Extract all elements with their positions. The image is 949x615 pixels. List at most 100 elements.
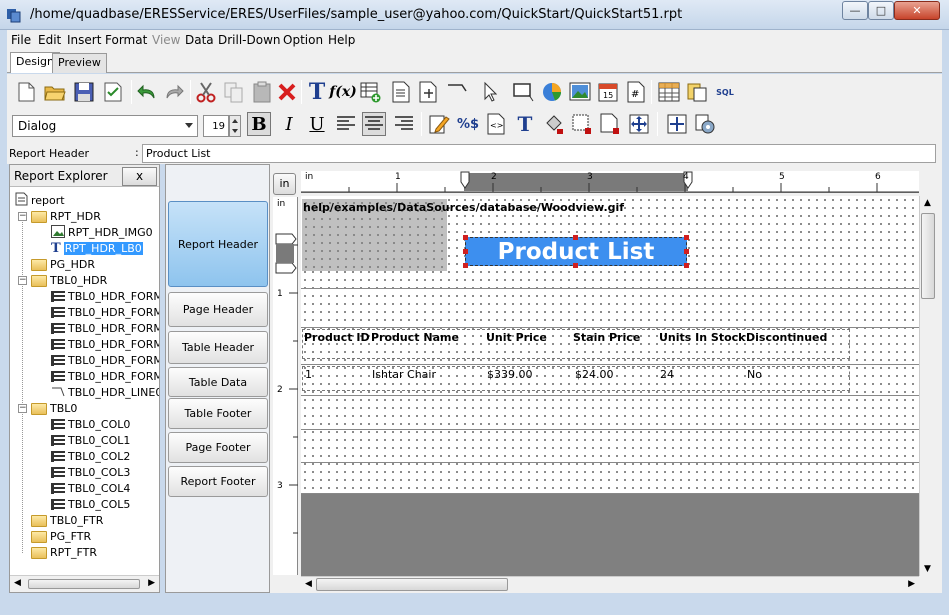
- move-icon[interactable]: [665, 112, 689, 136]
- tree-node[interactable]: PG_HDR: [31, 257, 95, 272]
- settings-gear-icon[interactable]: [693, 112, 717, 136]
- tree-node[interactable]: TBL0_HDR_FORM3: [51, 337, 159, 352]
- bold-icon[interactable]: B: [247, 112, 271, 136]
- insert-table-icon[interactable]: [359, 80, 383, 104]
- html-tag-icon[interactable]: <>: [484, 112, 508, 136]
- resize-handle[interactable]: [463, 235, 468, 240]
- redo-icon[interactable]: [162, 80, 186, 104]
- cut-icon[interactable]: [194, 80, 218, 104]
- resize-handle[interactable]: [684, 263, 689, 268]
- resize-handle[interactable]: [463, 249, 468, 254]
- resize-handle[interactable]: [684, 235, 689, 240]
- section-report-header-button[interactable]: Report Header: [168, 201, 268, 287]
- copy-icon[interactable]: [222, 80, 246, 104]
- insert-date-icon[interactable]: 15: [596, 80, 620, 104]
- menu-help[interactable]: Help: [328, 33, 355, 47]
- font-size-stepper[interactable]: [229, 115, 241, 137]
- section-page-footer-button[interactable]: Page Footer: [168, 432, 268, 463]
- canvas-vscroll-thumb[interactable]: [921, 213, 935, 299]
- section-table-footer-button[interactable]: Table Footer: [168, 398, 268, 429]
- paste-icon[interactable]: [250, 80, 274, 104]
- align-left-icon[interactable]: [334, 112, 358, 136]
- tree-node[interactable]: TBL0_HDR_LINE0: [51, 385, 159, 400]
- column-header[interactable]: Stain Price: [573, 331, 640, 344]
- property-value-field[interactable]: Product List: [142, 144, 936, 163]
- tree-node[interactable]: TBL0_COL4: [51, 481, 130, 496]
- scroll-up-icon[interactable]: ▲: [924, 198, 931, 208]
- maximize-button[interactable]: □: [868, 1, 894, 20]
- border-color-icon[interactable]: [570, 112, 594, 136]
- table-cell[interactable]: Ishtar Chair: [372, 368, 436, 381]
- scroll-left-icon[interactable]: ◀: [14, 578, 21, 588]
- scroll-right-icon[interactable]: ▶: [908, 579, 915, 589]
- explorer-scroll-thumb[interactable]: [28, 579, 140, 589]
- align-center-icon[interactable]: [362, 112, 386, 136]
- tree-node[interactable]: TBL0_HDR_FORM1: [51, 305, 159, 320]
- data-grid-icon[interactable]: [657, 80, 681, 104]
- insert-image-icon[interactable]: [568, 80, 592, 104]
- tree-node[interactable]: TBL0_HDR_FORM5: [51, 369, 159, 384]
- tree-collapse-toggle[interactable]: −: [18, 276, 27, 285]
- table-cell[interactable]: 1: [305, 368, 312, 381]
- tree-node[interactable]: TBL0_COL5: [51, 497, 130, 512]
- tree-collapse-toggle[interactable]: −: [18, 212, 27, 221]
- tree-node[interactable]: report: [15, 192, 65, 208]
- align-right-icon[interactable]: [392, 112, 416, 136]
- tree-node[interactable]: TBL0_HDR_FORM4: [51, 353, 159, 368]
- database-icon[interactable]: [685, 80, 709, 104]
- table-cell[interactable]: No: [747, 368, 762, 381]
- edit-text-icon[interactable]: [427, 112, 451, 136]
- delete-icon[interactable]: [275, 80, 299, 104]
- unit-toggle-button[interactable]: in: [273, 173, 296, 195]
- tree-node[interactable]: TBL0_COL3: [51, 465, 130, 480]
- tree-node[interactable]: PG_FTR: [31, 529, 91, 544]
- tree-node[interactable]: TBL0_COL0: [51, 417, 130, 432]
- rectangle-icon[interactable]: [511, 80, 535, 104]
- menu-drill-down[interactable]: Drill-Down: [218, 33, 281, 47]
- number-format-icon[interactable]: %$: [456, 112, 480, 136]
- resize-handle[interactable]: [463, 263, 468, 268]
- tree-node[interactable]: T RPT_HDR_LB0: [51, 241, 143, 256]
- insert-section-icon[interactable]: [417, 80, 441, 104]
- resize-handle[interactable]: [684, 249, 689, 254]
- tree-node[interactable]: RPT_HDR_IMG0: [51, 224, 153, 240]
- report-image-placeholder[interactable]: help/examples/DataSources/database/Woodv…: [302, 199, 624, 271]
- insert-chart-icon[interactable]: [540, 80, 564, 104]
- section-table-data-button[interactable]: Table Data: [168, 367, 268, 397]
- tree-collapse-toggle[interactable]: −: [18, 404, 27, 413]
- resize-handle[interactable]: [573, 263, 578, 268]
- tree-node[interactable]: RPT_FTR: [31, 545, 97, 560]
- section-report-footer-button[interactable]: Report Footer: [168, 466, 268, 497]
- font-color-icon[interactable]: T: [513, 112, 537, 136]
- tree-node[interactable]: TBL0: [31, 401, 77, 416]
- table-cell[interactable]: 24: [660, 368, 674, 381]
- insert-subreport-icon[interactable]: [389, 80, 413, 104]
- sql-icon[interactable]: SQL: [713, 80, 737, 104]
- scroll-right-icon[interactable]: ▶: [148, 578, 155, 588]
- tree-node[interactable]: TBL0_HDR: [31, 273, 107, 288]
- tree-node[interactable]: TBL0_HDR_FORM2: [51, 321, 159, 336]
- italic-icon[interactable]: I: [277, 112, 301, 136]
- font-size-field[interactable]: 19: [203, 115, 229, 137]
- insert-label-icon[interactable]: T: [305, 79, 329, 105]
- page-number-icon[interactable]: #: [624, 80, 648, 104]
- resize-handle[interactable]: [573, 235, 578, 240]
- table-cell[interactable]: $339.00: [487, 368, 533, 381]
- page-color-icon[interactable]: [598, 112, 622, 136]
- fill-color-icon[interactable]: [542, 112, 566, 136]
- minimize-button[interactable]: —: [842, 1, 868, 20]
- menu-data[interactable]: Data: [185, 33, 214, 47]
- column-header[interactable]: Product ID: [304, 331, 370, 344]
- scroll-down-icon[interactable]: ▼: [924, 564, 931, 574]
- tree-node[interactable]: TBL0_FTR: [31, 513, 103, 528]
- column-header[interactable]: Unit Price: [486, 331, 547, 344]
- column-header[interactable]: Product Name: [371, 331, 459, 344]
- table-cell[interactable]: $24.00: [575, 368, 614, 381]
- explorer-horizontal-scrollbar[interactable]: ◀ ▶: [10, 575, 159, 592]
- resize-icon[interactable]: [627, 112, 651, 136]
- section-table-header-button[interactable]: Table Header: [168, 331, 268, 364]
- scroll-left-icon[interactable]: ◀: [305, 579, 312, 589]
- formula-icon[interactable]: f(x): [329, 80, 357, 104]
- tree-node[interactable]: RPT_HDR: [31, 209, 101, 224]
- report-title-label[interactable]: Product List: [465, 237, 687, 266]
